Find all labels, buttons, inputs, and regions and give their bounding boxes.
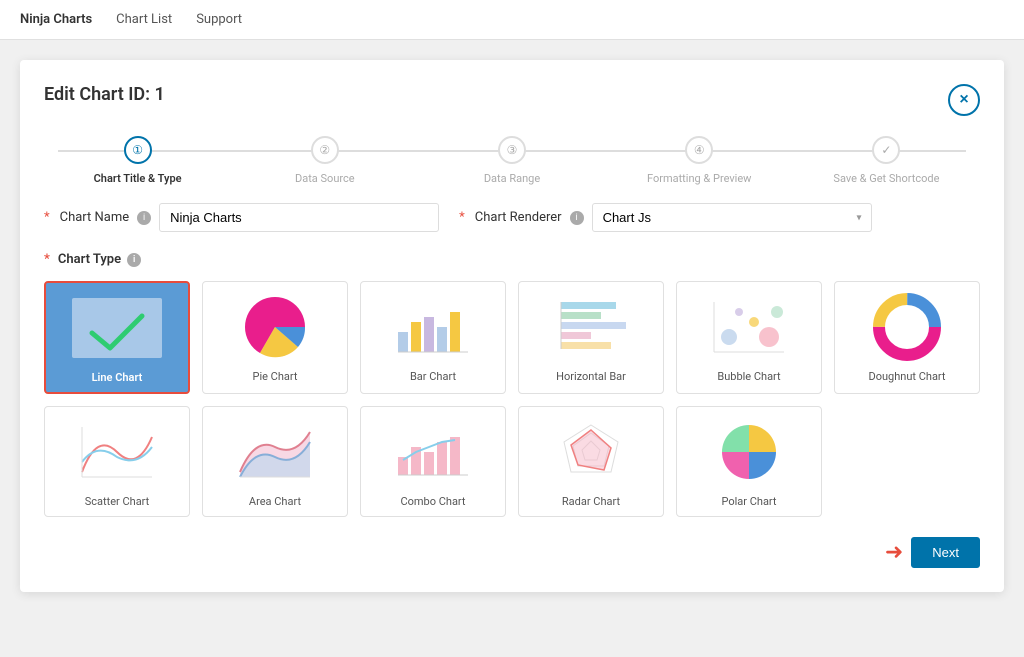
chart-type-required: *: [44, 252, 50, 267]
chart-card-horizontal-bar[interactable]: Horizontal Bar: [518, 281, 664, 394]
step-5-label: Save & Get Shortcode: [793, 172, 980, 185]
chart-label-scatter: Scatter Chart: [85, 495, 150, 508]
chart-renderer-group: * Chart Renderer i Chart Js Google Chart…: [459, 203, 871, 232]
chart-type-info-icon[interactable]: i: [127, 253, 141, 267]
chart-label-pie: Pie Chart: [253, 370, 298, 383]
chart-card-bubble[interactable]: Bubble Chart: [676, 281, 822, 394]
chart-preview-area: [211, 417, 339, 487]
next-button[interactable]: Next: [911, 537, 980, 568]
nav-chart-list[interactable]: Chart List: [116, 12, 172, 27]
chart-label-bar: Bar Chart: [410, 370, 456, 383]
chart-renderer-info-icon[interactable]: i: [570, 211, 584, 225]
step-4-label: Formatting & Preview: [606, 172, 793, 185]
stepper: ① ② ③ ④ ✓: [44, 136, 980, 164]
step-1: ①: [44, 136, 231, 164]
modal-footer: ➜ Next: [44, 537, 980, 568]
step-1-label: Chart Title & Type: [44, 172, 231, 185]
step-4-circle: ④: [685, 136, 713, 164]
step-3-circle: ③: [498, 136, 526, 164]
form-row: * Chart Name i * Chart Renderer i Chart …: [44, 203, 980, 232]
top-nav: Ninja Charts Chart List Support: [0, 0, 1024, 40]
chart-preview-bar: [369, 292, 497, 362]
chart-name-group: * Chart Name i: [44, 203, 439, 232]
chart-label-combo: Combo Chart: [400, 495, 465, 508]
close-button[interactable]: ×: [948, 84, 980, 116]
step-2: ②: [231, 136, 418, 164]
modal: Edit Chart ID: 1 × ① ② ③ ④ ✓: [20, 60, 1004, 592]
chart-label-doughnut: Doughnut Chart: [868, 370, 945, 383]
chart-card-pie[interactable]: Pie Chart: [202, 281, 348, 394]
chart-card-radar[interactable]: Radar Chart: [518, 406, 664, 517]
next-arrow-icon: ➜: [885, 540, 903, 565]
chart-renderer-select[interactable]: Chart Js Google Charts: [592, 203, 872, 232]
chart-label-horizontal-bar: Horizontal Bar: [556, 370, 626, 383]
chart-preview-horizontal-bar: [527, 292, 655, 362]
chart-label-polar: Polar Chart: [721, 495, 776, 508]
chart-card-doughnut[interactable]: Doughnut Chart: [834, 281, 980, 394]
chart-preview-radar: [527, 417, 655, 487]
chart-type-section-label: * Chart Type i: [44, 252, 980, 267]
chart-renderer-required: *: [459, 210, 465, 225]
step-4: ④: [606, 136, 793, 164]
step-3: ③: [418, 136, 605, 164]
chart-name-required: *: [44, 210, 50, 225]
chart-preview-combo: [369, 417, 497, 487]
chart-card-bar[interactable]: Bar Chart: [360, 281, 506, 394]
chart-preview-polar: [685, 417, 813, 487]
chart-renderer-select-wrap: Chart Js Google Charts ▾: [592, 203, 872, 232]
modal-title: Edit Chart ID: 1: [44, 84, 165, 105]
nav-support[interactable]: Support: [196, 12, 242, 27]
chart-card-area[interactable]: Area Chart: [202, 406, 348, 517]
chart-grid: Line Chart Pie Chart: [44, 281, 980, 517]
chart-preview-line: [54, 293, 180, 363]
step-2-label: Data Source: [231, 172, 418, 185]
main-area: Edit Chart ID: 1 × ① ② ③ ④ ✓: [0, 40, 1024, 612]
chart-name-info-icon[interactable]: i: [137, 211, 151, 225]
step-2-circle: ②: [311, 136, 339, 164]
chart-card-combo[interactable]: Combo Chart: [360, 406, 506, 517]
modal-header: Edit Chart ID: 1 ×: [44, 84, 980, 116]
step-1-circle: ①: [124, 136, 152, 164]
chart-label-area: Area Chart: [249, 495, 301, 508]
chart-preview-scatter: [53, 417, 181, 487]
chart-card-polar[interactable]: Polar Chart: [676, 406, 822, 517]
chart-label-bubble: Bubble Chart: [717, 370, 780, 383]
step-3-label: Data Range: [418, 172, 605, 185]
step-5: ✓: [793, 136, 980, 164]
chart-card-scatter[interactable]: Scatter Chart: [44, 406, 190, 517]
chart-name-label: Chart Name: [60, 210, 130, 225]
chart-card-line[interactable]: Line Chart: [44, 281, 190, 394]
chart-name-input[interactable]: [159, 203, 439, 232]
chart-label-line: Line Chart: [92, 371, 143, 384]
step-5-circle: ✓: [872, 136, 900, 164]
nav-brand: Ninja Charts: [20, 12, 92, 27]
chart-label-radar: Radar Chart: [562, 495, 620, 508]
chart-preview-pie: [211, 292, 339, 362]
chart-preview-bubble: [685, 292, 813, 362]
chart-preview-doughnut: [843, 292, 971, 362]
chart-renderer-label: Chart Renderer: [475, 210, 562, 225]
next-arrow-wrap: ➜ Next: [885, 537, 980, 568]
